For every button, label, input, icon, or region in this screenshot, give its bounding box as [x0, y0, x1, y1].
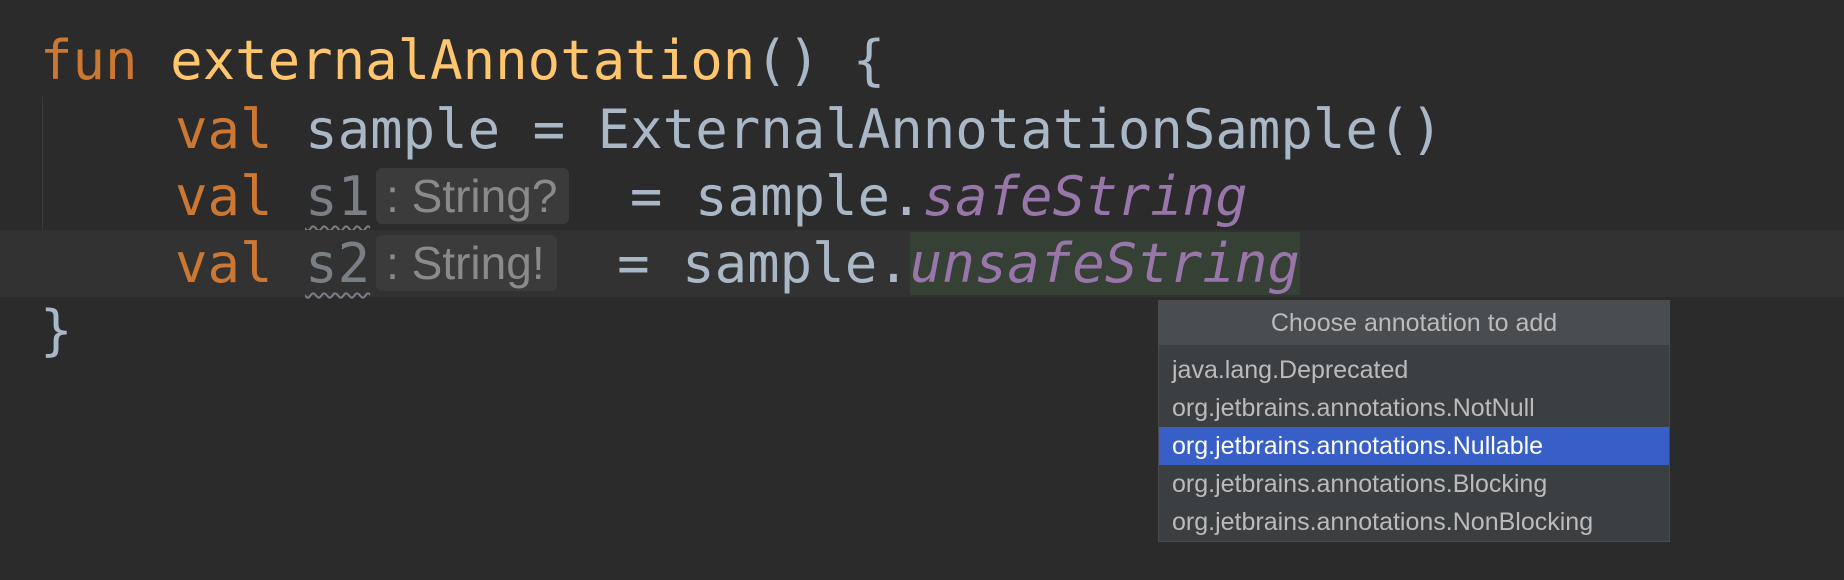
- type-hint: : String!: [376, 235, 557, 291]
- popup-title: Choose annotation to add: [1159, 301, 1669, 345]
- assignment-rest: = sample.: [584, 232, 910, 295]
- assignment-rest: = sample.: [597, 165, 923, 228]
- annotation-option-deprecated[interactable]: java.lang.Deprecated: [1159, 351, 1669, 389]
- annotation-chooser-popup[interactable]: Choose annotation to add java.lang.Depre…: [1158, 300, 1670, 542]
- function-signature-rest: () {: [755, 29, 886, 92]
- assignment-rest: = ExternalAnnotationSample(): [500, 98, 1443, 161]
- keyword-val: val: [175, 98, 273, 161]
- closing-brace: }: [40, 299, 73, 362]
- code-line-3[interactable]: val s1: String? = sample.safeString: [0, 163, 1844, 230]
- property-unsafeString[interactable]: unsafeString: [909, 232, 1300, 295]
- function-name[interactable]: externalAnnotation: [170, 29, 755, 92]
- annotation-option-notnull[interactable]: org.jetbrains.annotations.NotNull: [1159, 389, 1669, 427]
- keyword-val: val: [175, 232, 273, 295]
- code-line-4[interactable]: val s2: String! = sample.unsafeString: [0, 230, 1844, 297]
- annotation-list[interactable]: java.lang.Deprecated org.jetbrains.annot…: [1159, 351, 1669, 541]
- annotation-option-nullable[interactable]: org.jetbrains.annotations.Nullable: [1159, 427, 1669, 465]
- variable-sample[interactable]: sample: [305, 98, 500, 161]
- type-hint: : String?: [376, 168, 570, 224]
- keyword-fun: fun: [40, 29, 138, 92]
- property-safeString[interactable]: safeString: [923, 165, 1248, 228]
- annotation-option-blocking[interactable]: org.jetbrains.annotations.Blocking: [1159, 465, 1669, 503]
- variable-s2[interactable]: s2: [305, 232, 370, 295]
- annotation-option-nonblocking[interactable]: org.jetbrains.annotations.NonBlocking: [1159, 503, 1669, 541]
- keyword-val: val: [175, 165, 273, 228]
- code-line-2[interactable]: val sample = ExternalAnnotationSample(): [0, 96, 1844, 163]
- code-line-1[interactable]: fun externalAnnotation() {: [0, 27, 1844, 94]
- variable-s1[interactable]: s1: [305, 165, 370, 228]
